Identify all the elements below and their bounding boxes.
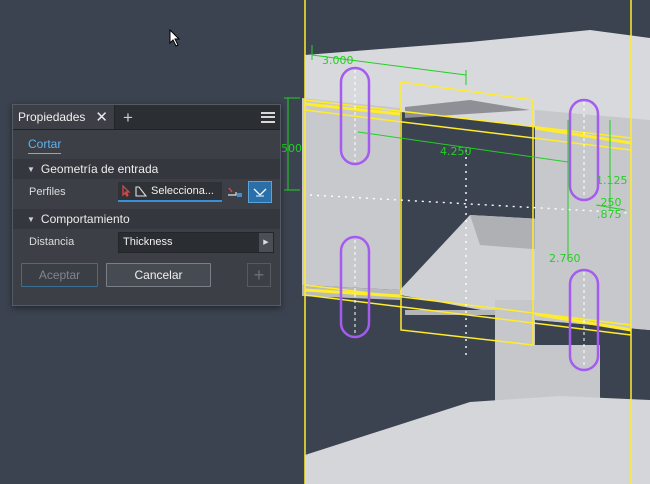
hamburger-menu-icon[interactable] [261, 111, 275, 123]
tab-properties[interactable]: Propiedades ✕ [13, 105, 115, 129]
subtab-cut[interactable]: Cortar [13, 130, 280, 157]
cancel-button[interactable]: Cancelar [106, 263, 211, 287]
section-behavior[interactable]: ▼ Comportamiento [13, 209, 280, 229]
panel-titlebar: Propiedades ✕ + [13, 105, 280, 130]
distance-value: Thickness [123, 236, 173, 248]
profile-shape-icon [135, 185, 147, 197]
flip-direction-button[interactable] [248, 181, 272, 203]
solid-select-icon [228, 187, 242, 197]
distance-dropdown-arrow-icon[interactable]: ▶ [259, 232, 273, 252]
accept-button[interactable]: Aceptar [21, 263, 98, 287]
distance-input[interactable]: Thickness ▶ [118, 231, 274, 253]
section-input-geometry[interactable]: ▼ Geometría de entrada [13, 159, 280, 179]
profiles-value: Selecciona... [151, 185, 214, 197]
mouse-cursor-icon [169, 29, 181, 47]
section-behavior-label: Comportamiento [40, 212, 130, 226]
sheet-metal-model [302, 30, 650, 484]
svg-text:1.125: 1.125 [596, 174, 628, 187]
profiles-label: Perfiles [29, 186, 66, 198]
svg-text:2.760: 2.760 [549, 252, 581, 265]
svg-text:4.250: 4.250 [440, 145, 472, 158]
profiles-selector[interactable]: Selecciona... [118, 182, 222, 202]
subtab-cut-label: Cortar [28, 137, 62, 154]
select-arrow-icon [122, 185, 131, 197]
svg-text:.875: .875 [597, 208, 622, 221]
tab-title: Propiedades [18, 110, 86, 124]
svg-text:500: 500 [281, 142, 302, 155]
properties-panel: Propiedades ✕ + Cortar ▼ Geometría de en… [12, 104, 281, 306]
action-buttons: Aceptar Cancelar + [13, 263, 280, 287]
solid-select-button[interactable] [224, 182, 246, 202]
flip-direction-icon [253, 188, 267, 197]
collapse-triangle-icon: ▼ [27, 214, 35, 224]
profiles-row: Perfiles Selecciona... [13, 179, 280, 205]
section-input-geometry-label: Geometría de entrada [40, 162, 159, 176]
collapse-triangle-icon: ▼ [27, 164, 35, 174]
svg-text:3.000: 3.000 [322, 54, 354, 67]
apply-plus-button[interactable]: + [247, 263, 271, 287]
distance-label: Distancia [29, 236, 75, 248]
distance-row: Distancia Thickness ▶ [13, 229, 280, 255]
add-tab-icon[interactable]: + [123, 109, 133, 126]
close-icon[interactable]: ✕ [95, 110, 108, 125]
